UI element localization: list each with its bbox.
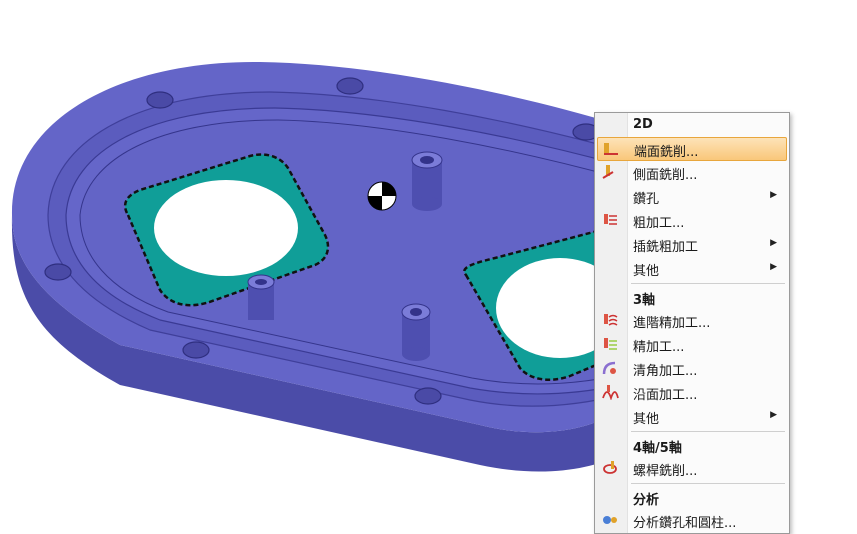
side-mill-icon (602, 165, 614, 179)
menu-item-label: 清角加工... (633, 364, 698, 379)
menu-item-adv-finish[interactable]: 進階精加工... (597, 309, 785, 331)
corner-clean-icon (602, 361, 616, 375)
boss-top (411, 151, 443, 211)
section-analysis-header: 分析 (633, 493, 660, 508)
menu-item-label: 插銑粗加工 (633, 240, 699, 255)
section-3axis-header: 3軸 (633, 293, 656, 308)
submenu-arrow-icon: ▶ (770, 410, 777, 420)
menu-item-label: 螺桿銑削... (633, 464, 698, 479)
submenu-arrow-icon: ▶ (770, 238, 777, 248)
hole-left (154, 180, 298, 276)
menu-item-drill[interactable]: 鑽孔 ▶ (597, 185, 785, 207)
boss-bottom (401, 303, 431, 361)
menu-item-face-mill[interactable]: 端面銑削... (597, 137, 787, 161)
menu-item-finish[interactable]: 精加工... (597, 333, 785, 355)
rough-icon (604, 214, 617, 225)
submenu-arrow-icon: ▶ (770, 190, 777, 200)
menu-item-label: 其他 (633, 264, 660, 279)
boss-left (247, 274, 275, 320)
menu-item-corner-clean[interactable]: 清角加工... (597, 357, 785, 379)
menu-item-label: 進階精加工... (633, 316, 711, 331)
machining-context-menu: 2D 端面銑削... 側面銑削... 鑽孔 ▶ 粗加工... 插銑粗加工 ▶ 其… (594, 112, 790, 534)
menu-separator (631, 283, 785, 284)
menu-item-other-3axis[interactable]: 其他 ▶ (597, 405, 785, 427)
menu-separator (631, 431, 785, 432)
menu-item-label: 側面銑削... (633, 168, 698, 183)
section-2d-header: 2D (633, 117, 653, 132)
menu-item-label: 沿面加工... (633, 388, 698, 403)
adv-finish-icon (604, 314, 618, 326)
submenu-arrow-icon: ▶ (770, 262, 777, 272)
face-mill-icon (604, 143, 618, 155)
menu-item-label: 端面銑削... (634, 145, 699, 160)
menu-item-label: 其他 (633, 412, 660, 427)
menu-separator (631, 483, 785, 484)
section-45axis-header: 4軸/5軸 (633, 441, 682, 456)
menu-item-label: 精加工... (633, 340, 685, 355)
finish-icon (604, 338, 617, 350)
menu-item-plunge-rough[interactable]: 插銑粗加工 ▶ (597, 233, 785, 255)
screw-mill-icon (603, 461, 617, 474)
menu-item-label: 粗加工... (633, 216, 685, 231)
menu-item-label: 分析鑽孔和圓柱... (633, 516, 737, 531)
menu-item-rough[interactable]: 粗加工... (597, 209, 785, 231)
menu-item-face-along[interactable]: 沿面加工... (597, 381, 785, 403)
menu-item-side-mill[interactable]: 側面銑削... (597, 161, 785, 183)
menu-item-screw-mill[interactable]: 螺桿銑削... (597, 457, 785, 479)
origin-marker-icon (367, 181, 397, 211)
analyze-holes-icon (603, 516, 617, 524)
menu-item-analyze-holes[interactable]: 分析鑽孔和圓柱... (597, 509, 785, 531)
menu-item-label: 鑽孔 (633, 192, 660, 207)
menu-item-other-2d[interactable]: 其他 ▶ (597, 257, 785, 279)
face-along-icon (602, 385, 619, 400)
